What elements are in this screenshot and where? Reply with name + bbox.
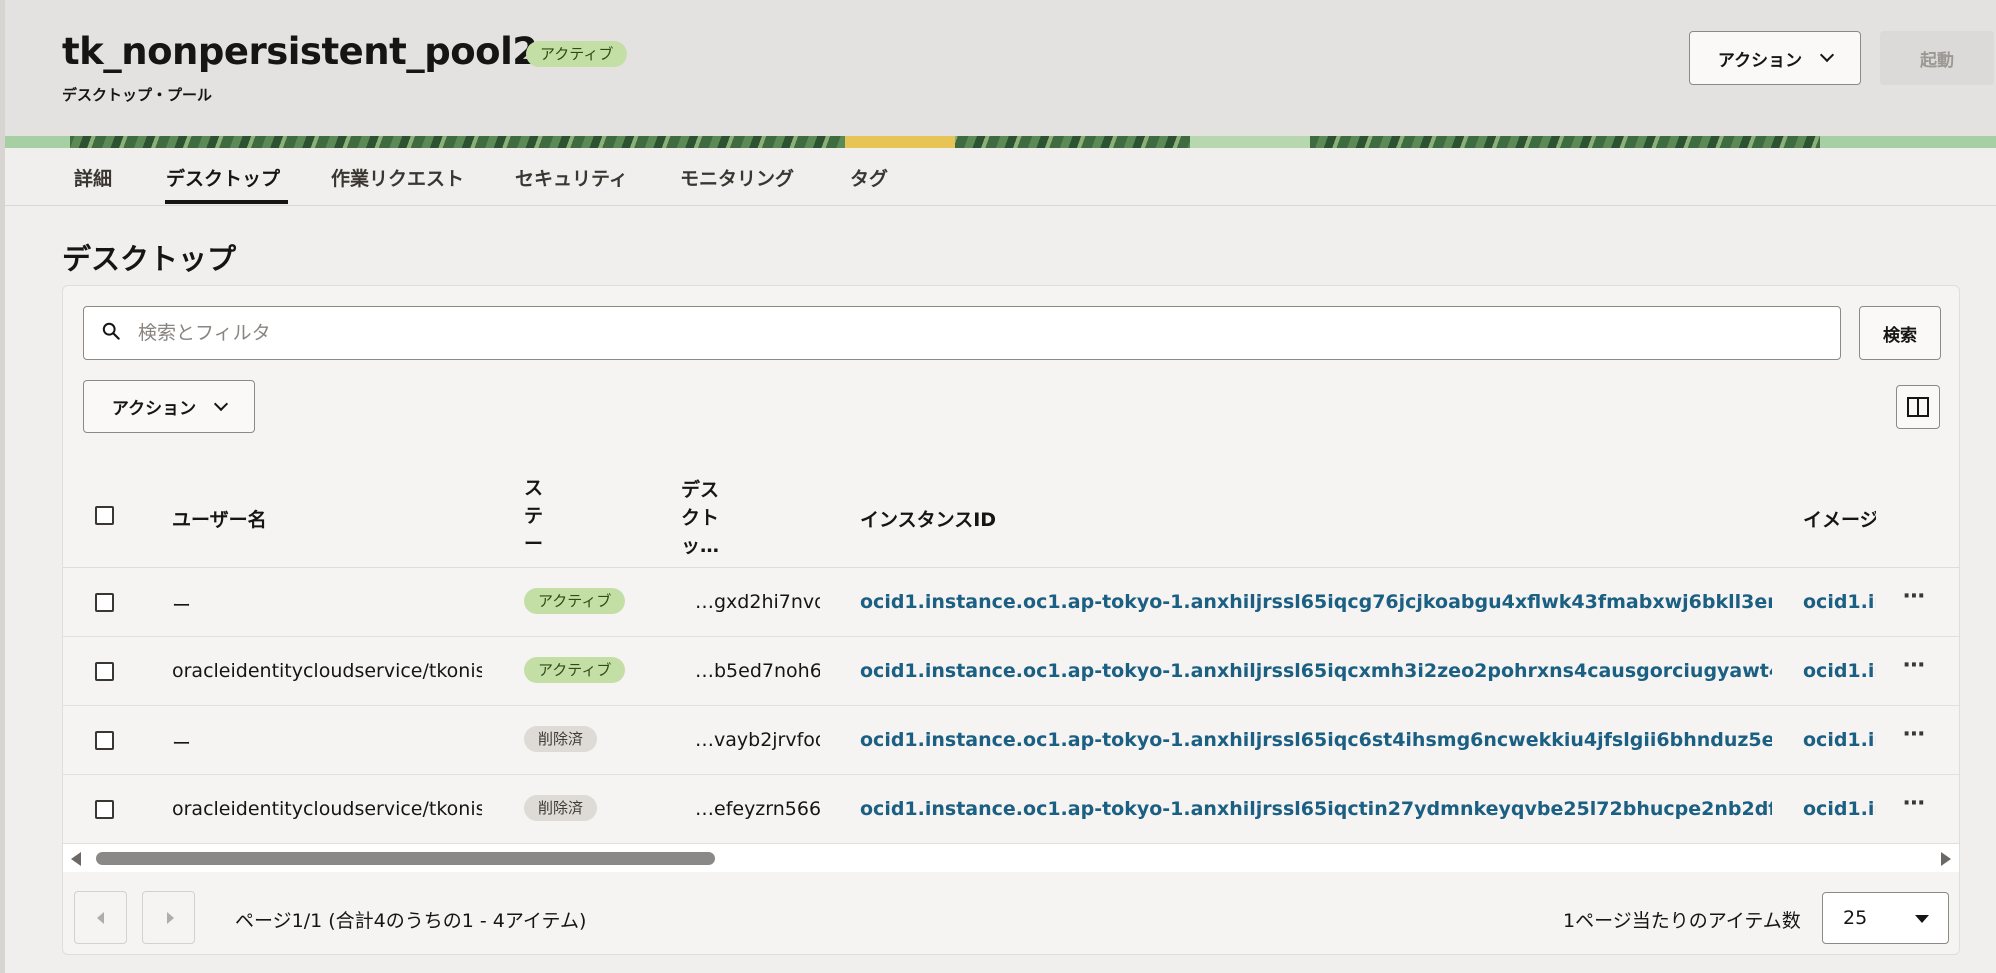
items-per-page-select[interactable]: 25 [1822,892,1949,944]
column-header-status-line: ー [524,533,544,555]
tab-details[interactable]: 詳細 [74,164,112,191]
page-title: tk_nonpersistent_pool2 [62,30,538,73]
status-badge: アクティブ [524,657,626,683]
tab-work-requests[interactable]: 作業リクエスト [331,164,464,191]
items-per-page-label: 1ページ当たりのアイテム数 [1563,910,1801,932]
status-badge: アクティブ [524,588,626,614]
banner-highlight [1190,136,1310,148]
tab-security[interactable]: セキュリティ [515,164,628,191]
status-badge: アクティブ [526,41,628,67]
columns-icon [1907,397,1929,417]
header-banner [0,136,1996,148]
actions-button[interactable]: アクション [83,380,255,433]
chevron-down-icon [214,396,229,411]
column-header-desktop-line: クト [681,507,720,529]
banner-highlight [845,136,955,148]
status-badge: 削除済 [524,726,598,752]
instance-id-link[interactable]: ocid1.instance.oc1.ap-tokyo-1.anxhiljrss… [860,729,1772,751]
header-actions-button[interactable]: アクション [1689,31,1861,85]
tab-desktops[interactable]: デスクトップ [166,164,280,191]
search-icon [102,322,120,340]
image-id-link[interactable]: ocid1.im [1803,591,1876,613]
column-header-desktop-line: ッ… [681,535,720,557]
column-header-image[interactable]: イメージ [1803,505,1876,532]
column-header-status[interactable]: ス テ ー [524,474,543,558]
actions-label: アクション [111,399,197,419]
row-checkbox[interactable] [95,800,114,819]
caret-left-icon [97,912,104,924]
column-settings-button[interactable] [1896,385,1940,429]
horizontal-scrollbar[interactable] [63,844,1959,872]
instance-id-link[interactable]: ocid1.instance.oc1.ap-tokyo-1.anxhiljrss… [860,660,1772,682]
row-checkbox[interactable] [95,662,114,681]
launch-label: 起動 [1920,50,1954,71]
status-badge: 削除済 [524,795,598,821]
row-checkbox[interactable] [95,731,114,750]
cell-desktop: …b5ed7noh6a [695,660,820,682]
column-header-status-line: テ [524,505,544,527]
left-edge-divider [0,0,5,973]
scroll-left-icon[interactable] [71,852,81,866]
previous-page-button[interactable] [74,891,127,944]
select-all-checkbox[interactable] [95,506,114,525]
cell-user: ー [172,595,192,617]
instance-id-link[interactable]: ocid1.instance.oc1.ap-tokyo-1.anxhiljrss… [860,798,1772,820]
row-actions-menu-icon[interactable]: ⋯ [1903,722,1926,747]
caret-down-icon [1915,915,1929,923]
scrollbar-thumb[interactable] [96,852,715,865]
cell-user: oracleidentitycloudservice/tkonishi [172,660,482,682]
column-header-status-line: ス [524,477,544,499]
tab-monitoring[interactable]: モニタリング [680,164,794,191]
active-tab-indicator [165,200,288,204]
cell-desktop: …gxd2hi7nvq [695,591,820,613]
column-header-user[interactable]: ユーザー名 [172,505,267,532]
page-header: tk_nonpersistent_pool2 アクティブ デスクトップ・プール … [0,0,1996,136]
column-header-instance-id[interactable]: インスタンスID [860,505,996,532]
table-row: oracleidentitycloudservice/tkonishi 削除済 … [63,775,1959,844]
search-field[interactable] [83,306,1841,360]
tab-bar: 詳細 デスクトップ 作業リクエスト セキュリティ モニタリング タグ [0,148,1996,206]
image-id-link[interactable]: ocid1.im [1803,798,1876,820]
launch-button[interactable]: 起動 [1880,31,1994,85]
table-header: ユーザー名 ス テ ー デス クト ッ… インスタンスID イメージ [63,464,1959,568]
tab-tags[interactable]: タグ [850,164,888,191]
search-input[interactable] [138,307,1818,359]
cell-desktop: …vayb2jrvfoda [695,729,820,751]
image-id-link[interactable]: ocid1.im [1803,729,1876,751]
row-actions-menu-icon[interactable]: ⋯ [1903,584,1926,609]
items-per-page-value: 25 [1843,907,1868,929]
caret-right-icon [167,912,174,924]
search-button-label: 検索 [1883,325,1917,346]
table-row: ー アクティブ …gxd2hi7nvq ocid1.instance.oc1.a… [63,568,1959,637]
instance-id-link[interactable]: ocid1.instance.oc1.ap-tokyo-1.anxhiljrss… [860,591,1772,613]
pagination-summary: ページ1/1 (合計4のうちの1 - 4アイテム) [235,910,587,932]
next-page-button[interactable] [142,891,195,944]
desktops-table: ユーザー名 ス テ ー デス クト ッ… インスタンスID イメージ ー アクテ… [63,464,1959,844]
page-subtitle: デスクトップ・プール [62,86,213,104]
table-row: oracleidentitycloudservice/tkonishi アクティ… [63,637,1959,706]
column-header-desktop[interactable]: デス クト ッ… [681,476,719,560]
row-checkbox[interactable] [95,593,114,612]
cell-user: oracleidentitycloudservice/tkonishi [172,798,482,820]
section-title: デスクトップ [62,242,237,276]
chevron-down-icon [1820,47,1835,63]
row-actions-menu-icon[interactable]: ⋯ [1903,653,1926,678]
row-actions-menu-icon[interactable]: ⋯ [1903,791,1926,816]
table-row: ー 削除済 …vayb2jrvfoda ocid1.instance.oc1.a… [63,706,1959,775]
banner-highlight [0,136,70,148]
cell-desktop: …efeyzrn566q [695,798,820,820]
column-header-desktop-line: デス [681,479,720,501]
cell-user: ー [172,733,192,755]
image-id-link[interactable]: ocid1.im [1803,660,1876,682]
banner-highlight [1820,136,1996,148]
header-actions-label: アクション [1717,50,1803,71]
scroll-right-icon[interactable] [1941,852,1951,866]
search-button[interactable]: 検索 [1859,306,1941,360]
